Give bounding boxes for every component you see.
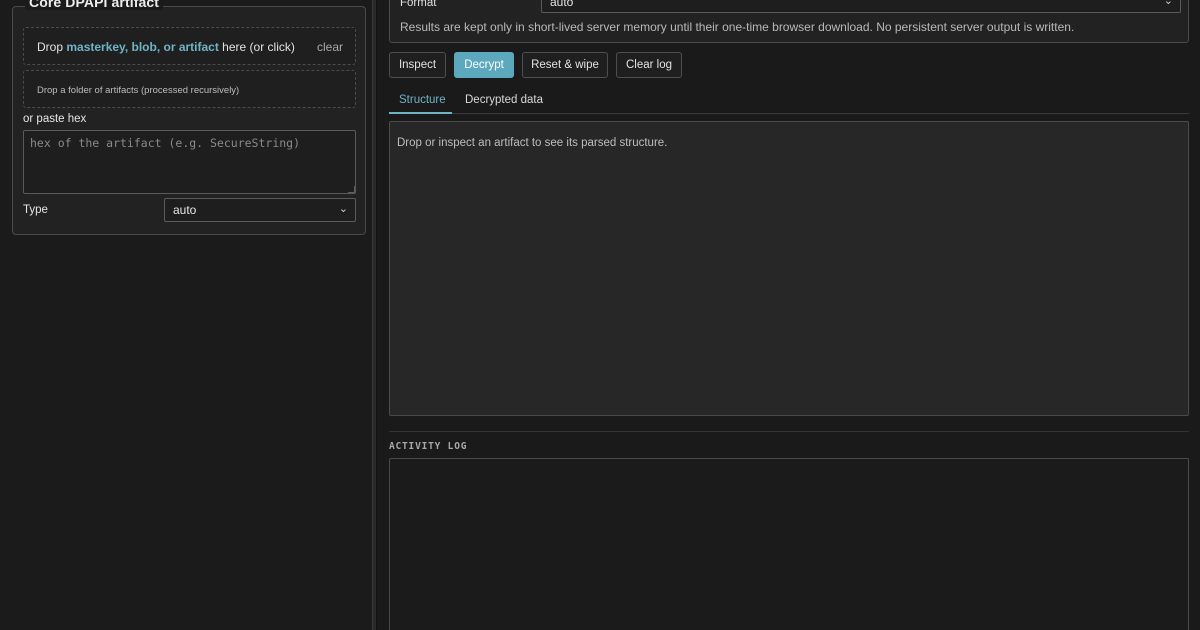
folder-drop-text: Drop a folder of artifacts (processed re… xyxy=(37,85,240,96)
artifact-drop-zone[interactable]: Drop masterkey, blob, or artifact here (… xyxy=(23,27,356,65)
clear-link[interactable]: clear xyxy=(317,40,343,54)
reset-wipe-button[interactable]: Reset & wipe xyxy=(522,52,608,78)
hex-input[interactable] xyxy=(23,130,356,194)
format-config: Format auto ⌄ Results are kept only in s… xyxy=(389,0,1189,43)
structure-empty-message: Drop or inspect an artifact to see its p… xyxy=(397,137,668,149)
type-label: Type xyxy=(23,204,48,216)
inspect-button[interactable]: Inspect xyxy=(389,52,446,78)
textarea-resize-handle[interactable] xyxy=(348,186,355,193)
type-select-value: auto xyxy=(173,203,197,217)
artifact-legend: Core DPAPI artifact xyxy=(25,0,164,10)
left-pane: Core DPAPI artifact Drop masterkey, blob… xyxy=(0,0,372,630)
clear-log-button[interactable]: Clear log xyxy=(616,52,682,78)
tab-structure[interactable]: Structure xyxy=(389,94,452,114)
paste-hex-label: or paste hex xyxy=(23,113,87,125)
decrypt-button[interactable]: Decrypt xyxy=(454,52,514,78)
structure-panel: Drop or inspect an artifact to see its p… xyxy=(389,121,1189,416)
folder-drop-zone[interactable]: Drop a folder of artifacts (processed re… xyxy=(23,70,356,108)
format-select-value: auto xyxy=(550,0,574,9)
drop-zone-text: Drop masterkey, blob, or artifact here (… xyxy=(37,40,295,54)
artifact-fieldset: Core DPAPI artifact Drop masterkey, blob… xyxy=(12,0,366,235)
privacy-note: Results are kept only in short-lived ser… xyxy=(400,20,1075,34)
tab-decrypted-data[interactable]: Decrypted data xyxy=(465,94,543,114)
activity-log-title: ACTIVITY LOG xyxy=(389,441,468,452)
result-tabs: Structure Decrypted data xyxy=(389,89,1189,114)
activity-log-panel xyxy=(389,458,1189,630)
type-select[interactable]: auto ⌄ xyxy=(164,198,356,222)
chevron-down-icon: ⌄ xyxy=(338,203,348,215)
drop-suffix: here (or click) xyxy=(218,40,295,54)
divider xyxy=(389,431,1189,432)
right-pane: Format auto ⌄ Results are kept only in s… xyxy=(377,0,1200,630)
drop-highlight: masterkey, blob, or artifact xyxy=(66,40,219,54)
format-label: Format xyxy=(400,0,437,9)
format-select[interactable]: auto ⌄ xyxy=(541,0,1181,13)
drop-prefix: Drop xyxy=(37,40,67,54)
chevron-down-icon: ⌄ xyxy=(1163,0,1173,7)
